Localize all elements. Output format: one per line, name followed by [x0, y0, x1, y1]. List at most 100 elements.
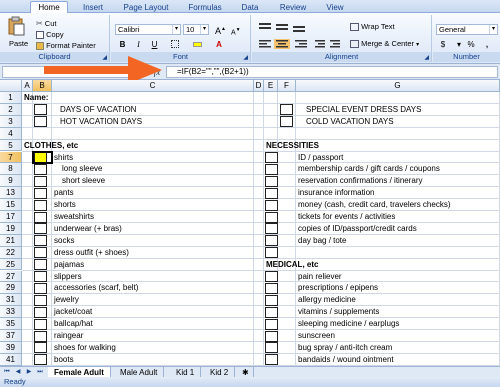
fill-color-icon[interactable]: [189, 39, 205, 50]
cut-button[interactable]: ✂ Cut: [36, 19, 56, 29]
row-header[interactable]: 22: [0, 246, 22, 259]
select-all-corner[interactable]: [0, 80, 22, 92]
currency-button[interactable]: $: [437, 39, 449, 50]
column-header-g[interactable]: G: [296, 80, 500, 92]
clothes-item-checkbox[interactable]: [34, 235, 47, 247]
necessity-item-checkbox[interactable]: [265, 199, 278, 211]
font-color-icon[interactable]: A: [211, 39, 227, 50]
necessity-item-checkbox[interactable]: [265, 354, 278, 366]
clothes-item-checkbox[interactable]: [34, 318, 47, 330]
clothes-item-checkbox[interactable]: [34, 330, 47, 342]
comma-button[interactable]: ,: [481, 39, 493, 50]
dress-days-checkbox[interactable]: [280, 104, 293, 116]
necessity-item-checkbox[interactable]: [265, 211, 278, 223]
clothes-item-checkbox[interactable]: [34, 354, 47, 366]
row-header[interactable]: 35: [0, 318, 22, 330]
column-header-b[interactable]: B: [33, 80, 52, 92]
dress-days-checkbox[interactable]: [280, 116, 293, 128]
percent-button[interactable]: %: [465, 39, 477, 50]
tab-formulas[interactable]: Formulas: [182, 2, 228, 13]
row-header[interactable]: 4: [0, 127, 22, 140]
clothes-item-checkbox[interactable]: [34, 259, 47, 271]
necessity-item-checkbox[interactable]: [265, 306, 278, 318]
necessity-item-checkbox[interactable]: [265, 187, 278, 199]
indent-icon[interactable]: [314, 39, 344, 52]
last-sheet-icon[interactable]: ⏭: [35, 368, 45, 377]
row-header[interactable]: 5: [0, 139, 22, 152]
clothes-item-checkbox[interactable]: [34, 223, 47, 235]
row-header[interactable]: 41: [0, 353, 22, 366]
row-header[interactable]: 37: [0, 330, 22, 342]
merge-center-button[interactable]: Merge & Center ▾: [350, 39, 419, 50]
formula-input[interactable]: =IF(B2="","",(B2+1)): [166, 66, 498, 78]
clothes-item-checkbox[interactable]: [34, 294, 47, 306]
necessity-item-checkbox[interactable]: [265, 175, 278, 187]
column-header-d[interactable]: D: [254, 80, 264, 92]
column-header-f[interactable]: F: [278, 80, 296, 92]
paste-icon[interactable]: [6, 16, 26, 36]
necessity-item-checkbox[interactable]: [265, 330, 278, 342]
align-left-icon[interactable]: [258, 39, 310, 52]
necessity-item-checkbox[interactable]: [265, 235, 278, 247]
row-header[interactable]: 7: [0, 151, 22, 164]
copy-button[interactable]: Copy: [36, 30, 64, 40]
clothes-item-checkbox[interactable]: [34, 282, 47, 294]
row-header[interactable]: 1: [0, 92, 22, 104]
column-header-e[interactable]: E: [264, 80, 278, 92]
italic-button[interactable]: I: [133, 39, 144, 50]
row-header[interactable]: 17: [0, 211, 22, 223]
column-header-a[interactable]: A: [22, 80, 33, 92]
vacation-days-checkbox[interactable]: [34, 116, 47, 128]
clothes-item-checkbox[interactable]: [34, 187, 47, 199]
underline-button[interactable]: U: [149, 39, 160, 50]
align-top-icon[interactable]: [258, 22, 310, 35]
shrink-font-button[interactable]: A▼: [231, 25, 241, 38]
necessity-item-checkbox[interactable]: [265, 294, 278, 306]
font-size-select[interactable]: 10 ▾: [183, 24, 209, 35]
necessity-item-checkbox[interactable]: [265, 342, 278, 354]
clothes-item-checkbox[interactable]: [34, 199, 47, 211]
clothes-item-checkbox[interactable]: [34, 271, 47, 282]
paste-button[interactable]: Paste: [9, 39, 28, 49]
necessity-item-checkbox[interactable]: [265, 163, 278, 175]
clothes-item-checkbox[interactable]: [34, 211, 47, 223]
first-sheet-icon[interactable]: ⏮: [2, 368, 12, 377]
spreadsheet-grid[interactable]: A B C D E F G 1 2 3 4 5 7 8 9 13 15 17 19 21 22 25 27 29 31 33 35 3…: [0, 80, 500, 366]
tab-insert[interactable]: Insert: [76, 2, 110, 13]
clothes-item-checkbox[interactable]: [34, 247, 47, 259]
row-header[interactable]: 21: [0, 234, 22, 247]
clothes-item-checkbox[interactable]: [34, 342, 47, 354]
necessity-item-checkbox[interactable]: [265, 282, 278, 294]
column-header-c[interactable]: C: [52, 80, 254, 92]
selected-cell-b7[interactable]: [32, 150, 53, 165]
chevron-down-icon[interactable]: ▾: [453, 39, 465, 50]
vacation-days-checkbox[interactable]: [34, 104, 47, 116]
row-header[interactable]: 27: [0, 270, 22, 283]
clothes-item-checkbox[interactable]: [34, 306, 47, 318]
row-header[interactable]: 33: [0, 306, 22, 319]
row-header[interactable]: 8: [0, 163, 22, 176]
row-header[interactable]: 3: [0, 115, 22, 128]
prev-sheet-icon[interactable]: ◀: [13, 368, 23, 377]
necessity-item-checkbox[interactable]: [265, 271, 278, 282]
borders-icon[interactable]: [167, 39, 183, 50]
row-header[interactable]: 9: [0, 175, 22, 188]
grow-font-button[interactable]: A▲: [215, 24, 226, 36]
next-sheet-icon[interactable]: ▶: [24, 368, 34, 377]
necessity-item-checkbox[interactable]: [265, 247, 278, 259]
row-header[interactable]: 29: [0, 282, 22, 295]
necessity-item-checkbox[interactable]: [265, 318, 278, 330]
row-header[interactable]: 19: [0, 222, 22, 235]
row-header[interactable]: 39: [0, 341, 22, 354]
clothes-item-checkbox[interactable]: [34, 175, 47, 187]
necessity-item-checkbox[interactable]: [265, 152, 278, 163]
row-header[interactable]: 13: [0, 187, 22, 200]
tab-view[interactable]: View: [320, 2, 350, 13]
tab-review[interactable]: Review: [274, 2, 312, 13]
row-header[interactable]: 2: [0, 103, 22, 116]
row-header[interactable]: 15: [0, 199, 22, 211]
clothes-item-checkbox[interactable]: [34, 163, 47, 175]
font-launcher-icon[interactable]: ◢: [243, 54, 248, 61]
tab-data[interactable]: Data: [236, 2, 264, 13]
number-format-select[interactable]: General ▾: [436, 24, 498, 35]
